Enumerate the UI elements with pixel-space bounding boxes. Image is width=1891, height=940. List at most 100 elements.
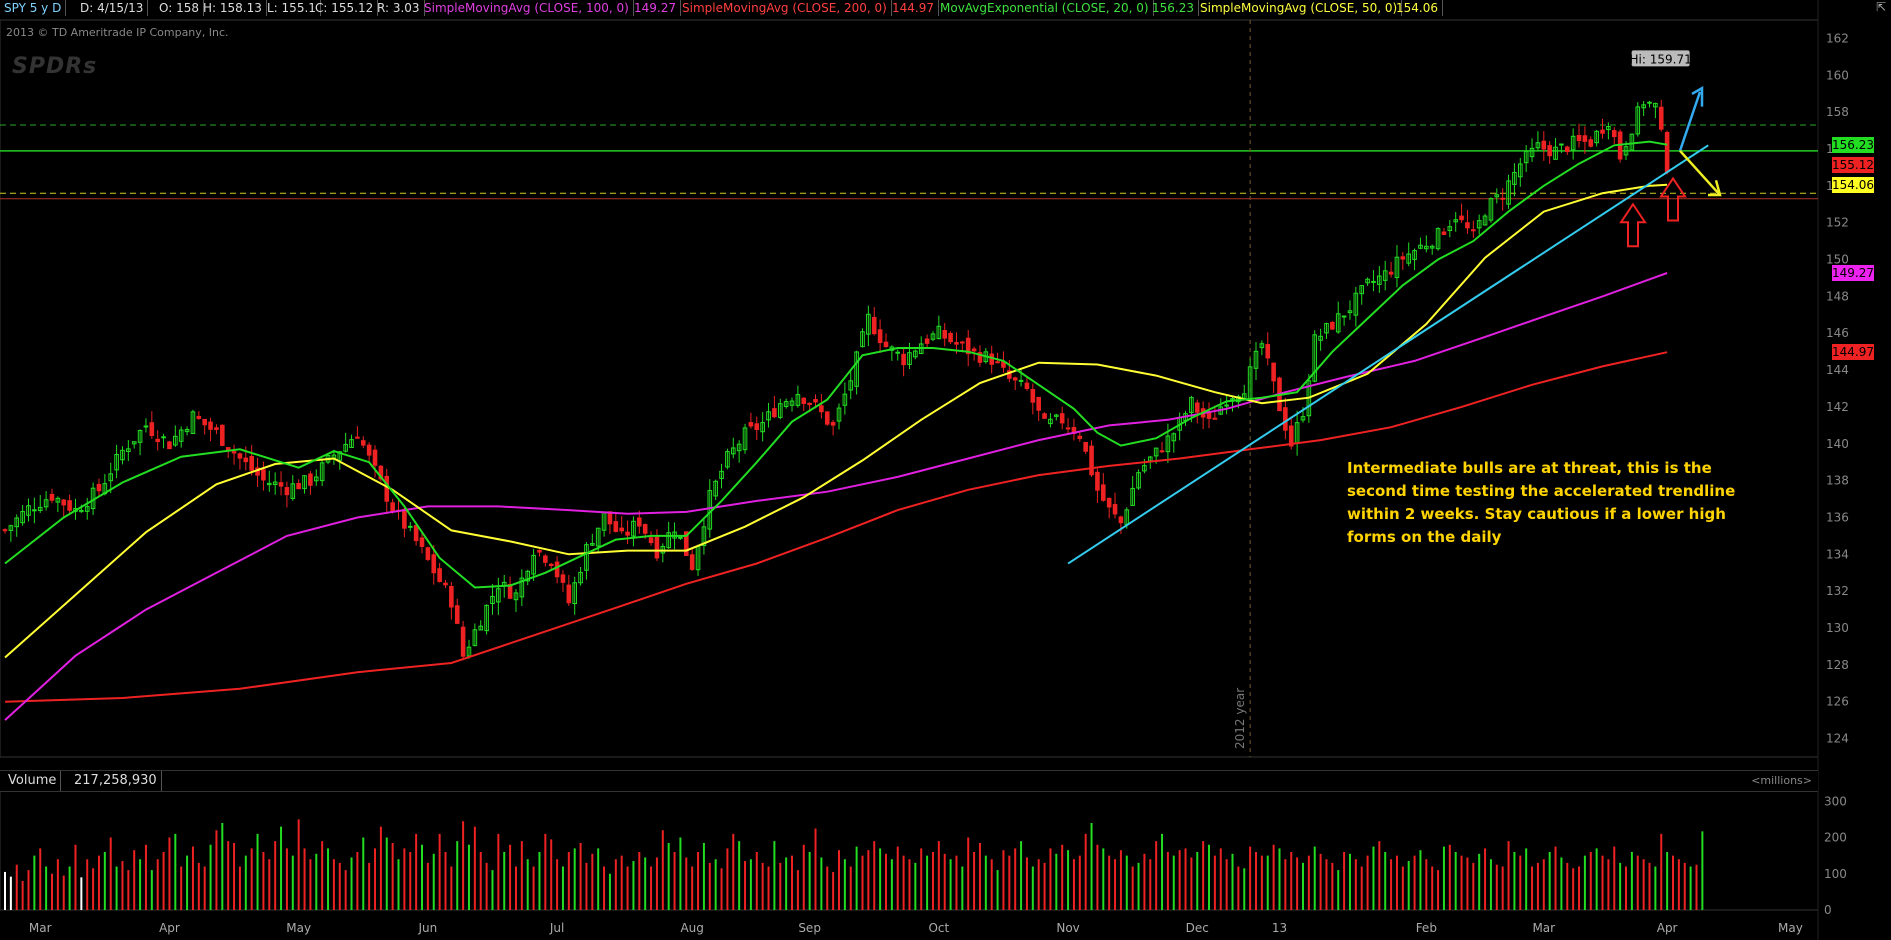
candle-body: [1159, 450, 1165, 453]
candle-body: [161, 436, 166, 439]
candle-body: [830, 421, 836, 426]
candle-body: [995, 361, 1000, 364]
candle-body: [1547, 145, 1552, 157]
candle-body: [772, 408, 777, 418]
red-up-arrow: [1619, 202, 1647, 248]
candle-body: [202, 418, 207, 426]
price-panel-frame: [0, 19, 1819, 758]
candle-body: [754, 423, 760, 430]
x-tick-label: Apr: [1657, 921, 1678, 935]
candle-body: [1089, 445, 1094, 476]
volume-header: Volume 217,258,930 <millions>: [0, 770, 1818, 792]
candle-body: [1095, 471, 1100, 491]
candle-body: [390, 502, 395, 513]
candle-body: [2, 529, 8, 532]
candle-body: [1500, 197, 1505, 200]
candle-body: [384, 475, 390, 502]
sma50-line: [4, 183, 1668, 659]
y-tick-label: 144: [1826, 363, 1849, 377]
candle-body: [261, 469, 266, 481]
candle-body: [1588, 139, 1594, 147]
candle-body: [1371, 280, 1376, 283]
y-tick-label: 134: [1826, 547, 1849, 561]
y-tick-label: 158: [1826, 105, 1849, 119]
candle-body: [871, 316, 877, 335]
candle-body: [425, 547, 431, 560]
candle-body: [813, 399, 818, 403]
x-tick-label: Dec: [1186, 921, 1209, 935]
candle-body: [67, 500, 72, 511]
candle-body: [419, 537, 425, 547]
y-tick-label: 128: [1826, 658, 1849, 672]
candle-body: [613, 521, 619, 532]
y-tick-label: 152: [1826, 216, 1849, 230]
x-tick-label: Oct: [928, 921, 949, 935]
candle-body: [625, 531, 630, 536]
candle-body: [1559, 143, 1564, 146]
copyright-text: 2013 © TD Ameritrade IP Company, Inc.: [6, 26, 229, 39]
y-tick-label: 148: [1826, 289, 1849, 303]
candle-body: [1036, 396, 1041, 411]
candle-body: [220, 424, 225, 446]
price-tag: 155.12: [1832, 157, 1874, 174]
candle-body: [360, 440, 366, 446]
candle-body: [895, 351, 901, 354]
candle-body: [278, 482, 284, 487]
candle-body: [566, 584, 572, 604]
candle-body: [948, 332, 953, 343]
candle-body: [1042, 413, 1047, 419]
candle-body: [901, 353, 906, 366]
candle-body: [654, 536, 660, 559]
candle-body: [877, 329, 883, 344]
candle-body: [543, 555, 548, 563]
candle-body: [801, 397, 807, 404]
candle-body: [954, 342, 959, 345]
candle-body: [648, 537, 654, 544]
candle-body: [1194, 402, 1200, 413]
candle-body: [1024, 382, 1030, 390]
candle-body: [1112, 504, 1118, 515]
candle-body: [243, 457, 249, 463]
candle-body: [1611, 130, 1617, 138]
volume-tick-label: 300: [1824, 794, 1847, 808]
candle-body: [1400, 256, 1406, 260]
candle-body: [32, 509, 37, 512]
candle-body: [196, 415, 202, 419]
candle-body: [237, 453, 243, 459]
candle-body: [560, 574, 566, 583]
candle-body: [807, 402, 812, 406]
x-tick-label: May: [286, 921, 311, 935]
candle-body: [1265, 344, 1271, 359]
candle-body: [149, 422, 155, 436]
candle-body: [296, 483, 301, 490]
candle-body: [1271, 362, 1276, 382]
candle-body: [1018, 379, 1024, 382]
yellow-scenario-arrow: [1679, 149, 1721, 196]
candle-body: [678, 536, 683, 539]
candle-body: [402, 508, 407, 529]
y-tick-label: 142: [1826, 400, 1849, 414]
x-tick-label: Jul: [549, 921, 564, 935]
spdr-logo: SPDRs: [12, 54, 98, 79]
y-tick-label: 136: [1826, 510, 1849, 524]
year-label: 2012 year: [1233, 688, 1247, 749]
y-tick-label: 160: [1826, 68, 1849, 82]
candle-body: [1576, 134, 1582, 142]
volume-value: 217,258,930: [70, 771, 162, 791]
candle-body: [454, 605, 460, 624]
candle-body: [883, 341, 889, 348]
candle-body: [748, 422, 754, 427]
candle-body: [231, 451, 237, 454]
candle-body: [1059, 413, 1065, 424]
candle-body: [689, 554, 695, 570]
candle-body: [1118, 516, 1124, 524]
volume-label[interactable]: Volume: [4, 771, 62, 791]
candle-body: [1330, 321, 1335, 330]
candle-body: [1541, 140, 1547, 150]
candle-body: [49, 493, 55, 501]
candle-body: [143, 425, 149, 428]
candle-body: [1441, 231, 1447, 235]
candle-body: [372, 449, 378, 466]
volume-tick-label: 0: [1824, 903, 1832, 917]
candle-body: [431, 554, 437, 574]
